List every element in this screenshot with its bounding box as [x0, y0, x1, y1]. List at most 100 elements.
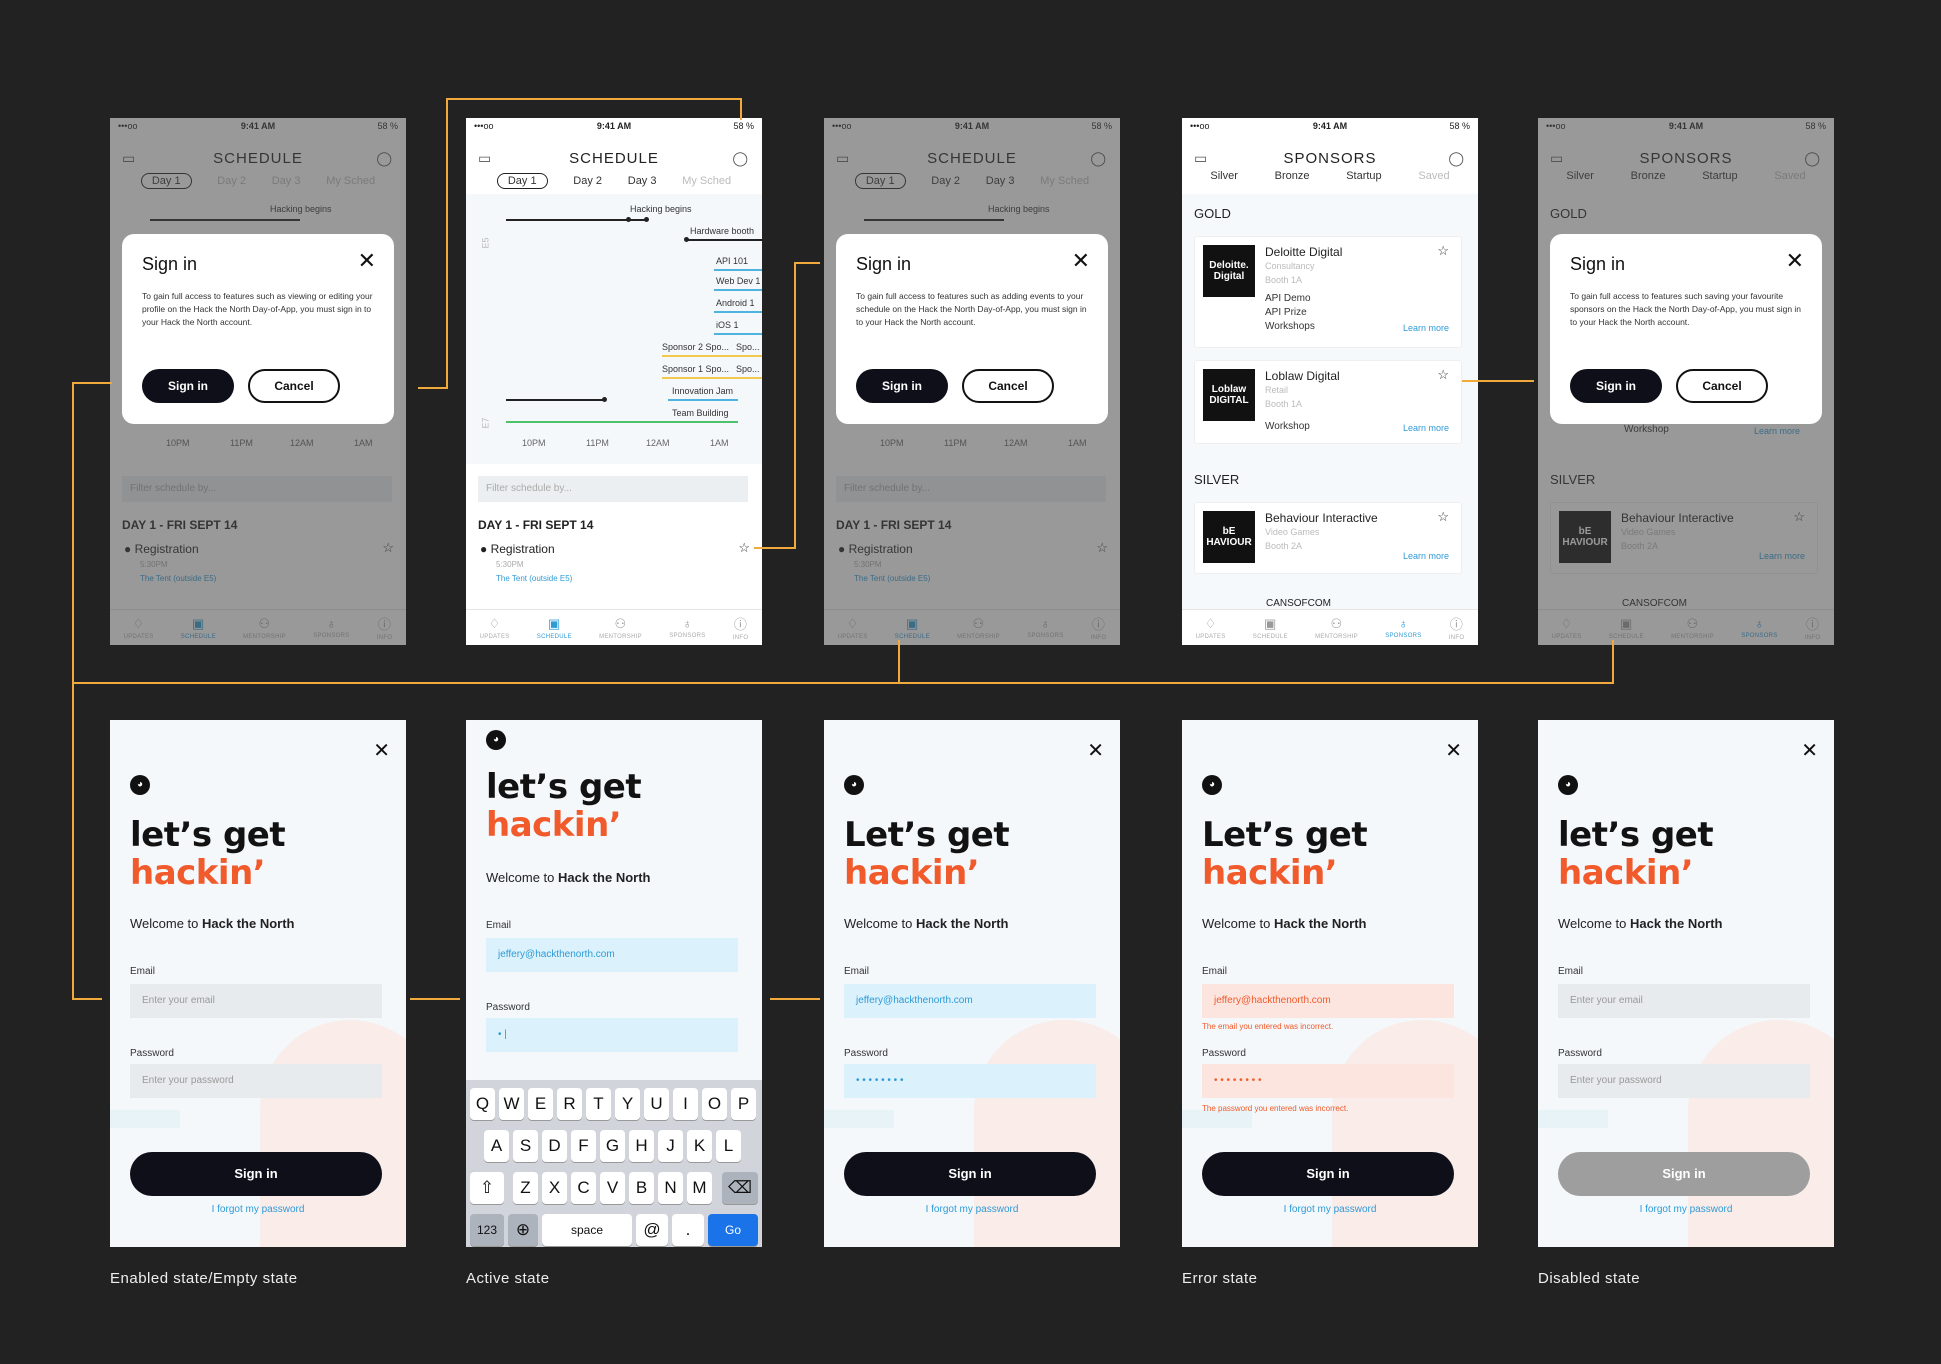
space-key[interactable]: space	[542, 1214, 632, 1246]
signin-button[interactable]: Sign in	[130, 1152, 382, 1196]
password-field[interactable]: Enter your password	[1558, 1064, 1810, 1098]
key-w[interactable]: W	[499, 1088, 524, 1120]
tab-day-3[interactable]: Day 3	[628, 175, 657, 187]
tab-silver[interactable]: Silver	[1210, 170, 1238, 182]
key-j[interactable]: J	[658, 1130, 683, 1162]
tab-startup[interactable]: Startup	[1346, 170, 1381, 182]
star-icon[interactable]: ☆	[738, 540, 750, 556]
email-field[interactable]: jeffery@hackthenorth.com	[486, 938, 738, 972]
profile-icon[interactable]: ◯	[1448, 150, 1464, 167]
backspace-key[interactable]: ⌫	[722, 1172, 758, 1204]
key-b[interactable]: B	[629, 1172, 654, 1204]
dot-key[interactable]: .	[672, 1214, 704, 1246]
numbers-key[interactable]: 123	[470, 1214, 504, 1246]
password-field[interactable]: Enter your password	[130, 1064, 382, 1098]
key-u[interactable]: U	[644, 1088, 669, 1120]
password-field[interactable]: • • • • • • • •	[844, 1064, 1096, 1098]
nav-sponsors[interactable]: ♁SPONSORS	[1385, 616, 1421, 639]
nav-mentorship[interactable]: ⚇MENTORSHIP	[599, 616, 642, 640]
login-screen-error: ✕ ◕ Let’s get hackin’ Welcome to Hack the…	[1182, 720, 1478, 1247]
forgot-password-link[interactable]: I forgot my password	[110, 1204, 406, 1215]
key-c[interactable]: C	[571, 1172, 596, 1204]
key-v[interactable]: V	[600, 1172, 625, 1204]
email-field[interactable]: jeffery@hackthenorth.com	[844, 984, 1096, 1018]
event-name[interactable]: ● Registration	[480, 542, 555, 556]
logo-icon: ◕	[1558, 775, 1578, 795]
signin-button[interactable]: Sign in	[844, 1152, 1096, 1196]
forgot-password-link[interactable]: I forgot my password	[1538, 1204, 1834, 1215]
key-x[interactable]: X	[542, 1172, 567, 1204]
forgot-password-link[interactable]: I forgot my password	[1182, 1204, 1478, 1215]
close-icon[interactable]: ✕	[373, 738, 390, 763]
key-p[interactable]: P	[731, 1088, 756, 1120]
nav-updates[interactable]: ♢UPDATES	[1196, 616, 1226, 640]
star-icon[interactable]: ☆	[1437, 509, 1449, 525]
key-k[interactable]: K	[687, 1130, 712, 1162]
key-n[interactable]: N	[658, 1172, 683, 1204]
sponsor-card[interactable]: Loblaw DIGITAL Loblaw Digital Retail Boo…	[1194, 360, 1462, 444]
at-key[interactable]: @	[636, 1214, 668, 1246]
cancel-button[interactable]: Cancel	[1676, 369, 1768, 403]
tab-my-sched[interactable]: My Sched	[682, 175, 731, 187]
tab-day-2[interactable]: Day 2	[573, 175, 602, 187]
signin-button[interactable]: Sign in	[1202, 1152, 1454, 1196]
nav-info[interactable]: ⓘINFO	[733, 614, 749, 641]
nav-schedule[interactable]: ▣SCHEDULE	[1253, 616, 1288, 640]
tab-bronze[interactable]: Bronze	[1275, 170, 1310, 182]
forgot-password-link[interactable]: I forgot my password	[824, 1204, 1120, 1215]
cancel-button[interactable]: Cancel	[962, 369, 1054, 403]
cancel-button[interactable]: Cancel	[248, 369, 340, 403]
key-l[interactable]: L	[716, 1130, 741, 1162]
email-field[interactable]: Enter your email	[130, 984, 382, 1018]
learn-more-link[interactable]: Learn more	[1403, 323, 1449, 333]
filter-select[interactable]: Filter schedule by...	[478, 476, 748, 502]
nav-mentorship[interactable]: ⚇MENTORSHIP	[1315, 616, 1358, 640]
star-icon[interactable]: ☆	[1437, 367, 1449, 383]
key-h[interactable]: H	[629, 1130, 654, 1162]
tab-day-1[interactable]: Day 1	[496, 173, 548, 189]
shift-key[interactable]: ⇧	[470, 1172, 504, 1204]
signin-button: Sign in	[1558, 1152, 1810, 1196]
nav-sponsors[interactable]: ♁SPONSORS	[669, 616, 705, 639]
go-key[interactable]: Go	[708, 1214, 758, 1246]
close-icon[interactable]: ✕	[1801, 738, 1818, 763]
signin-button[interactable]: Sign in	[856, 369, 948, 403]
signin-button[interactable]: Sign in	[142, 369, 234, 403]
key-q[interactable]: Q	[470, 1088, 495, 1120]
key-s[interactable]: S	[513, 1130, 538, 1162]
password-field[interactable]: • |	[486, 1018, 738, 1052]
nav-updates[interactable]: ♢UPDATES	[480, 616, 510, 640]
star-icon[interactable]: ☆	[1437, 243, 1449, 259]
close-icon[interactable]: ✕	[358, 248, 376, 274]
key-o[interactable]: O	[702, 1088, 727, 1120]
email-field[interactable]: jeffery@hackthenorth.com	[1202, 984, 1454, 1018]
sponsor-card[interactable]: Deloitte. Digital Deloitte Digital Consu…	[1194, 236, 1462, 348]
key-d[interactable]: D	[542, 1130, 567, 1162]
globe-icon[interactable]: ⊕	[508, 1214, 538, 1246]
profile-icon[interactable]: ◯	[732, 150, 748, 167]
key-a[interactable]: A	[484, 1130, 509, 1162]
key-g[interactable]: G	[600, 1130, 625, 1162]
sponsor-card[interactable]: bE HAVIOUR Behaviour Interactive Video G…	[1194, 502, 1462, 574]
learn-more-link[interactable]: Learn more	[1403, 551, 1449, 561]
close-icon[interactable]: ✕	[1445, 738, 1462, 763]
close-icon[interactable]: ✕	[1087, 738, 1104, 763]
key-e[interactable]: E	[528, 1088, 553, 1120]
nav-schedule[interactable]: ▣SCHEDULE	[537, 616, 572, 640]
signin-button[interactable]: Sign in	[1570, 369, 1662, 403]
learn-more-link[interactable]: Learn more	[1403, 423, 1449, 433]
key-m[interactable]: M	[687, 1172, 712, 1204]
tab-saved[interactable]: Saved	[1418, 170, 1449, 182]
key-r[interactable]: R	[557, 1088, 582, 1120]
key-f[interactable]: F	[571, 1130, 596, 1162]
close-icon[interactable]: ✕	[1786, 248, 1804, 274]
email-field[interactable]: Enter your email	[1558, 984, 1810, 1018]
password-field[interactable]: • • • • • • • •	[1202, 1064, 1454, 1098]
login-screen-disabled: ✕ ◕ let’s get hackin’ Welcome to Hack the…	[1538, 720, 1834, 1247]
key-t[interactable]: T	[586, 1088, 611, 1120]
nav-info[interactable]: ⓘINFO	[1449, 614, 1465, 641]
key-i[interactable]: I	[673, 1088, 698, 1120]
key-y[interactable]: Y	[615, 1088, 640, 1120]
key-z[interactable]: Z	[513, 1172, 538, 1204]
close-icon[interactable]: ✕	[1072, 248, 1090, 274]
